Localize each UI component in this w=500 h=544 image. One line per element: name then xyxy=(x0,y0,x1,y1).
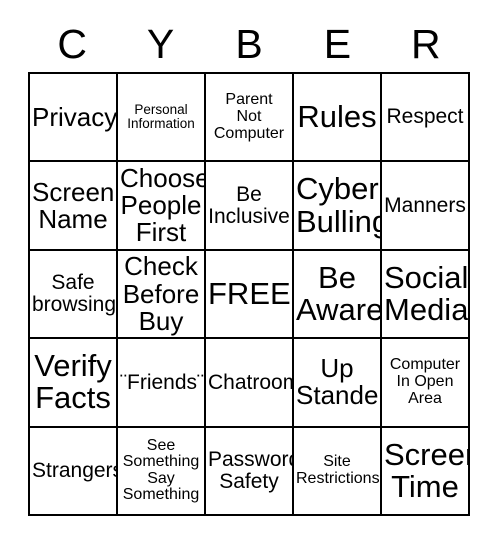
bingo-cell[interactable]: ¨Friends¨ xyxy=(118,339,206,428)
bingo-cell-label: Privacy xyxy=(32,101,118,132)
bingo-cell-label: FREE xyxy=(208,275,291,311)
header-letter-r: R xyxy=(411,20,441,67)
bingo-cell[interactable]: Verify Facts xyxy=(30,339,118,428)
bingo-card: C Y B E R Privacy Personal Information P… xyxy=(0,0,500,544)
header-letter-b: B xyxy=(235,20,263,67)
bingo-cell-label: Personal Information xyxy=(127,102,195,132)
bingo-cell-label: Screen Time xyxy=(384,436,468,504)
bingo-cell-label: Parent Not Computer xyxy=(213,91,285,142)
bingo-cell-label: Computer In Open Area xyxy=(389,356,461,407)
bingo-cell-label: Cyber Bulling xyxy=(296,171,382,239)
bingo-cell[interactable]: Screen Time xyxy=(382,427,470,517)
bingo-cell[interactable]: Rules xyxy=(294,74,382,163)
bingo-cell[interactable]: Strangers xyxy=(30,427,118,517)
bingo-row: Strangers See Something Say Something Pa… xyxy=(30,427,470,517)
bingo-cell-label: Manners xyxy=(384,193,466,217)
bingo-cell-label: Verify Facts xyxy=(34,348,112,416)
bingo-cell[interactable]: Be Aware xyxy=(294,250,382,340)
bingo-cell-label: Up Stander xyxy=(296,353,382,411)
bingo-cell[interactable]: Social Media xyxy=(382,250,470,340)
bingo-cell[interactable]: Check Before Buy xyxy=(118,250,206,340)
bingo-cell[interactable]: Parent Not Computer xyxy=(206,74,294,163)
header-letter-y: Y xyxy=(146,20,175,67)
bingo-row: Screen Name Choose People First Be Inclu… xyxy=(30,162,470,251)
bingo-grid: Privacy Personal Information Parent Not … xyxy=(28,72,470,517)
bingo-cell-label: Strangers xyxy=(32,458,118,482)
bingo-row: Privacy Personal Information Parent Not … xyxy=(30,74,470,163)
bingo-cell-label: See Something Say Something xyxy=(122,436,200,504)
bingo-row: Verify Facts ¨Friends¨ Chatroom Up Stand… xyxy=(30,339,470,428)
bingo-cell-label: Site Restrictions xyxy=(296,453,380,487)
bingo-cell-label: Social Media xyxy=(384,259,469,328)
bingo-cell-label: Password Safety xyxy=(208,448,294,493)
bingo-cell-label: Be Inclusive xyxy=(208,182,290,228)
bingo-cell[interactable]: Safe browsing xyxy=(30,250,118,340)
bingo-cell[interactable]: Cyber Bulling xyxy=(294,162,382,251)
bingo-header-letters: C Y B E R xyxy=(28,16,470,72)
bingo-cell[interactable]: See Something Say Something xyxy=(118,427,206,517)
bingo-cell[interactable]: Privacy xyxy=(30,74,118,163)
bingo-cell-label: Rules xyxy=(297,99,377,135)
bingo-cell[interactable]: Manners xyxy=(382,162,470,251)
header-letter-c: C xyxy=(57,20,87,67)
bingo-cell[interactable]: Respect xyxy=(382,74,470,163)
bingo-cell[interactable]: Up Stander xyxy=(294,339,382,428)
bingo-cell[interactable]: Computer In Open Area xyxy=(382,339,470,428)
bingo-cell[interactable]: Site Restrictions xyxy=(294,427,382,517)
bingo-cell[interactable]: Personal Information xyxy=(118,74,206,163)
bingo-cell-label: Choose People First xyxy=(120,163,206,248)
bingo-row: Safe browsing Check Before Buy FREE Be A… xyxy=(30,250,470,340)
bingo-cell[interactable]: Screen Name xyxy=(30,162,118,251)
bingo-cell-label: Check Before Buy xyxy=(122,251,200,336)
bingo-cell-label: ¨Friends¨ xyxy=(120,370,205,394)
bingo-cell[interactable]: Chatroom xyxy=(206,339,294,428)
bingo-cell[interactable]: Be Inclusive xyxy=(206,162,294,251)
bingo-cell-free[interactable]: FREE xyxy=(206,250,294,340)
bingo-cell[interactable]: Password Safety xyxy=(206,427,294,517)
bingo-cell[interactable]: Choose People First xyxy=(118,162,206,251)
bingo-cell-label: Chatroom xyxy=(208,370,294,394)
bingo-cell-label: Be Aware xyxy=(296,259,382,328)
bingo-cell-label: Screen Name xyxy=(32,176,115,234)
header-letter-e: E xyxy=(323,20,352,67)
bingo-cell-label: Respect xyxy=(386,105,464,129)
bingo-cell-label: Safe browsing xyxy=(32,271,117,317)
